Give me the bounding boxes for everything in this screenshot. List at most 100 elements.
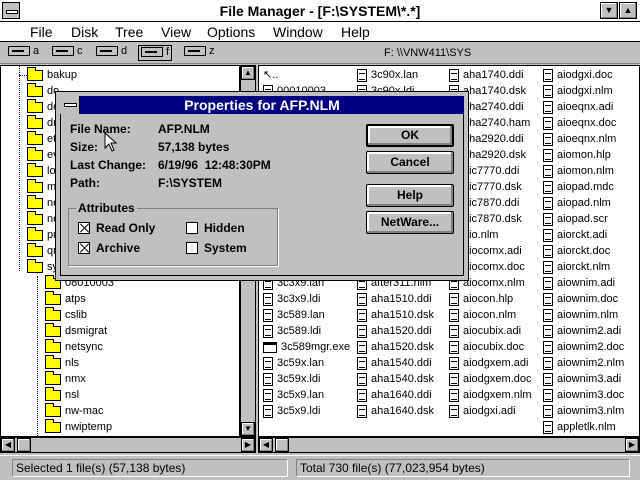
tree-folder[interactable]: nw-mac [29,402,104,419]
file-item[interactable]: aiocubix.adi [449,323,521,339]
file-horizontal-scrollbar[interactable]: ◀ ▶ [258,437,640,453]
read-only-checkbox[interactable] [78,222,90,234]
file-item[interactable]: aha1510.dsk [357,307,434,323]
tree-folder[interactable]: nmx [29,370,86,387]
help-button[interactable]: Help [366,184,454,207]
file-item[interactable]: aiodgxi.nlm [543,83,613,99]
file-item[interactable]: aiopad.nlm [543,195,611,211]
tree-folder[interactable]: dri [11,114,59,131]
file-item[interactable]: aiownim2.nlm [543,355,624,371]
file-item[interactable]: 3c5x9.ldi [263,403,320,419]
scroll-left-icon[interactable]: ◀ [1,438,15,452]
file-item[interactable]: aioeqnx.doc [543,115,616,131]
drive-z[interactable]: z [184,45,215,61]
netware-button[interactable]: NetWare... [366,211,454,234]
file-item[interactable]: aiodgxi.doc [543,67,613,83]
file-item[interactable]: aiodgxem.nlm [449,387,531,403]
tree-folder[interactable]: bakup [11,66,77,83]
file-item[interactable]: 3c589mgr.exe [263,339,350,355]
file-item[interactable]: aiopad.scr [543,211,608,227]
ok-button[interactable]: OK [366,124,454,147]
tree-folder[interactable]: do [11,82,59,99]
system-checkbox[interactable] [186,242,198,254]
drive-a[interactable]: a [8,45,39,61]
file-item[interactable]: aiocubix.doc [449,339,524,355]
file-item[interactable]: aha1510.ddi [357,291,432,307]
file-item[interactable]: aha1540.ddi [357,355,432,371]
tree-folder[interactable]: ne [11,194,59,211]
file-item[interactable]: appletlk.nlm [543,419,616,435]
file-item[interactable]: aiownim3.doc [543,387,624,403]
tree-folder[interactable]: cslib [29,306,87,323]
drive-c[interactable]: c [52,45,83,61]
file-item[interactable]: 3c589.ldi [263,323,321,339]
file-item[interactable]: aiodgxi.adi [449,403,516,419]
file-item[interactable]: aha1520.ddi [357,323,432,339]
tree-folder[interactable]: do [11,98,59,115]
tree-folder[interactable]: nls [29,354,79,371]
menu-disk[interactable]: Disk [71,24,98,40]
file-item[interactable]: aiocon.hlp [449,291,513,307]
file-item[interactable]: 3c3x9.ldi [263,291,320,307]
file-item[interactable]: 3c59x.ldi [263,371,320,387]
file-item[interactable]: aiomon.hlp [543,147,611,163]
file-item[interactable]: aiownim.nlm [543,307,618,323]
file-item[interactable]: aioeqnx.adi [543,99,613,115]
scroll-right-icon[interactable]: ▶ [625,438,639,452]
file-item[interactable]: aiomon.nlm [543,163,614,179]
file-item[interactable]: aha1540.dsk [357,371,434,387]
file-item[interactable]: aiocon.nlm [449,307,516,323]
file-item[interactable]: aioeqnx.nlm [543,131,616,147]
tree-folder[interactable]: netsync [29,338,103,355]
hidden-label[interactable]: Hidden [204,221,245,235]
tree-folder[interactable]: ne [11,210,59,227]
drive-f[interactable]: f [138,45,173,61]
file-item[interactable]: aiorckt.adi [543,227,607,243]
parent-directory-icon[interactable]: ↖.. [263,67,278,83]
file-item[interactable]: aiownim2.doc [543,339,624,355]
menu-tree[interactable]: Tree [115,24,143,40]
tree-horizontal-scrollbar[interactable]: ◀ ▶ [0,437,256,453]
tree-folder[interactable]: dsmigrat [29,322,107,339]
file-item[interactable]: aiownim2.adi [543,323,621,339]
dialog-system-menu-button[interactable] [60,96,80,114]
tree-folder[interactable]: atps [29,290,86,307]
tree-folder[interactable]: pu [11,226,59,243]
menu-options[interactable]: Options [207,24,255,40]
menu-window[interactable]: Window [273,24,323,40]
file-item[interactable]: aha1740.ddi [449,67,524,83]
menu-help[interactable]: Help [341,24,370,40]
file-item[interactable]: aiownim.adi [543,275,615,291]
tree-folder[interactable]: nwiptemp [29,418,112,435]
menu-file[interactable]: File [30,24,53,40]
file-item[interactable]: aiownim3.nlm [543,403,624,419]
minimize-button[interactable]: ▼ [600,2,618,19]
file-item[interactable]: 3c5x9.lan [263,387,324,403]
archive-checkbox[interactable] [78,242,90,254]
tree-folder[interactable]: nsl [29,386,79,403]
file-item[interactable]: 3c90x.lan [357,67,418,83]
scroll-left-icon[interactable]: ◀ [259,438,273,452]
file-item[interactable]: aiopad.mdc [543,179,614,195]
scroll-up-icon[interactable]: ▲ [241,66,255,80]
hidden-checkbox[interactable] [186,222,198,234]
file-item[interactable]: aiownim.doc [543,291,618,307]
file-item[interactable]: aiorckt.nlm [543,259,610,275]
read-only-label[interactable]: Read Only [96,221,155,235]
maximize-button[interactable]: ▲ [619,2,637,19]
scroll-thumb[interactable] [275,438,289,452]
file-item[interactable]: aiownim3.adi [543,371,621,387]
archive-label[interactable]: Archive [96,241,140,255]
file-item[interactable]: aha1520.dsk [357,339,434,355]
menu-view[interactable]: View [161,24,191,40]
cancel-button[interactable]: Cancel [366,151,454,174]
dialog-title[interactable]: Properties for AFP.NLM [60,96,464,114]
file-item[interactable]: 3c59x.lan [263,355,324,371]
system-label[interactable]: System [204,241,247,255]
file-item[interactable]: aiodgxem.doc [449,371,532,387]
file-item[interactable]: aha1640.dsk [357,403,434,419]
file-item[interactable]: aiodgxem.adi [449,355,528,371]
file-item[interactable]: 3c589.lan [263,307,325,323]
tree-folder[interactable]: ev [11,146,59,163]
scroll-down-icon[interactable]: ▼ [241,422,255,436]
